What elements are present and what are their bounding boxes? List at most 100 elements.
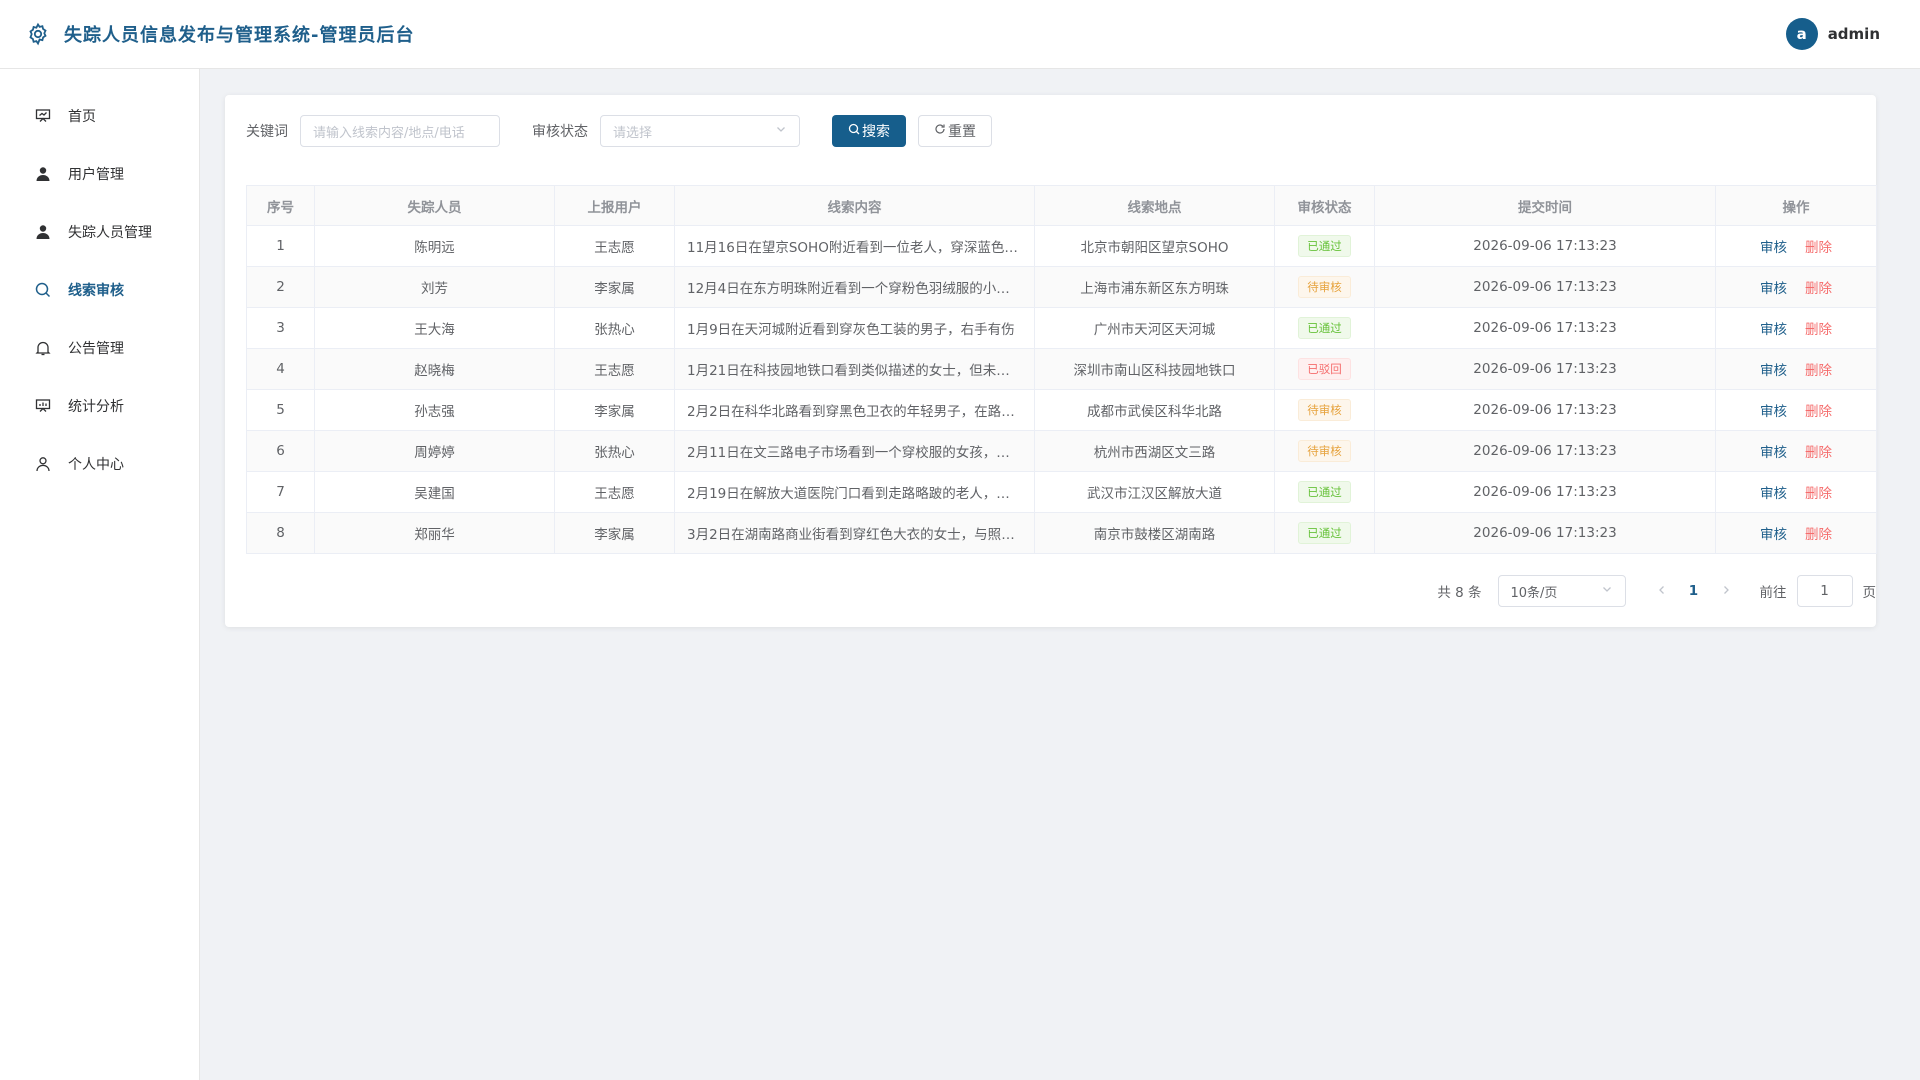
cell-actions: 审核 删除 <box>1715 471 1877 513</box>
cell-time: 2026-09-06 17:13:23 <box>1374 266 1716 308</box>
table-row: 1 陈明远 王志愿 11月16日在望京SOHO附近看到一位老人，穿深蓝色外套 北… <box>246 225 1877 267</box>
audit-link[interactable]: 审核 <box>1760 281 1787 297</box>
cell-content: 11月16日在望京SOHO附近看到一位老人，穿深蓝色外套 <box>674 225 1035 267</box>
audit-link[interactable]: 审核 <box>1760 486 1787 502</box>
cell-status: 已驳回 <box>1274 348 1375 390</box>
cell-status: 已通过 <box>1274 225 1375 267</box>
delete-link[interactable]: 删除 <box>1805 363 1832 379</box>
delete-link[interactable]: 删除 <box>1805 527 1832 543</box>
cell-content: 1月9日在天河城附近看到穿灰色工装的男子，右手有伤 <box>674 307 1035 349</box>
next-page-button[interactable] <box>1710 575 1742 607</box>
delete-link[interactable]: 删除 <box>1805 240 1832 256</box>
delete-link[interactable]: 删除 <box>1805 486 1832 502</box>
sidebar-item-users[interactable]: 用户管理 <box>0 145 199 203</box>
user-filled-icon <box>34 165 52 183</box>
delete-link[interactable]: 删除 <box>1805 322 1832 338</box>
cell-location: 北京市朝阳区望京SOHO <box>1034 225 1275 267</box>
status-badge: 待审核 <box>1298 399 1351 421</box>
cell-location: 上海市浦东新区东方明珠 <box>1034 266 1275 308</box>
table-header-row: 序号 失踪人员 上报用户 线索内容 线索地点 审核状态 提交时间 操作 <box>246 185 1877 226</box>
status-select[interactable]: 请选择 <box>600 115 800 147</box>
cell-reporter: 李家属 <box>554 389 675 431</box>
cell-content: 1月21日在科技园地铁口看到类似描述的女士，但未能确认 <box>674 348 1035 390</box>
sidebar-item-statistics[interactable]: 统计分析 <box>0 377 199 435</box>
cell-time: 2026-09-06 17:13:23 <box>1374 225 1716 267</box>
cell-no: 8 <box>246 512 315 554</box>
keyword-input[interactable]: 请输入线索内容/地点/电话 <box>300 115 500 147</box>
sidebar-item-label: 统计分析 <box>68 399 124 415</box>
cell-location: 南京市鼓楼区湖南路 <box>1034 512 1275 554</box>
page-number[interactable]: 1 <box>1678 575 1710 607</box>
col-header: 失踪人员 <box>314 185 555 226</box>
sidebar-item-home[interactable]: 首页 <box>0 87 199 145</box>
chevron-down-icon <box>775 123 787 139</box>
cell-content: 12月4日在东方明珠附近看到一个穿粉色羽绒服的小女孩 <box>674 266 1035 308</box>
cell-status: 已通过 <box>1274 307 1375 349</box>
col-header: 上报用户 <box>554 185 675 226</box>
sidebar-item-label: 线索审核 <box>68 283 124 299</box>
audit-link[interactable]: 审核 <box>1760 404 1787 420</box>
search-button[interactable]: 搜索 <box>832 115 906 147</box>
goto-page-input[interactable]: 1 <box>1796 575 1853 607</box>
sidebar-item-announcements[interactable]: 公告管理 <box>0 319 199 377</box>
status-badge: 已驳回 <box>1298 358 1351 380</box>
sidebar-item-label: 用户管理 <box>68 167 124 183</box>
status-badge: 已通过 <box>1298 481 1351 503</box>
table-row: 4 赵晓梅 王志愿 1月21日在科技园地铁口看到类似描述的女士，但未能确认 深圳… <box>246 348 1877 390</box>
chart-board-icon <box>34 397 52 415</box>
cell-location: 武汉市江汉区解放大道 <box>1034 471 1275 513</box>
audit-link[interactable]: 审核 <box>1760 527 1787 543</box>
audit-link[interactable]: 审核 <box>1760 363 1787 379</box>
keyword-placeholder: 请输入线索内容/地点/电话 <box>313 125 465 141</box>
cell-person: 王大海 <box>314 307 555 349</box>
sidebar-item-profile[interactable]: 个人中心 <box>0 435 199 493</box>
gear-icon <box>24 20 52 48</box>
cell-no: 6 <box>246 430 315 472</box>
audit-link[interactable]: 审核 <box>1760 240 1787 256</box>
avatar[interactable]: a <box>1785 18 1818 50</box>
delete-link[interactable]: 删除 <box>1805 445 1832 461</box>
cell-location: 广州市天河区天河城 <box>1034 307 1275 349</box>
cell-reporter: 张热心 <box>554 430 675 472</box>
search-icon <box>34 281 52 299</box>
cell-reporter: 王志愿 <box>554 471 675 513</box>
audit-link[interactable]: 审核 <box>1760 445 1787 461</box>
cell-time: 2026-09-06 17:13:23 <box>1374 307 1716 349</box>
sidebar-item-label: 失踪人员管理 <box>68 225 152 241</box>
prev-page-button[interactable] <box>1646 575 1678 607</box>
cell-time: 2026-09-06 17:13:23 <box>1374 389 1716 431</box>
cell-time: 2026-09-06 17:13:23 <box>1374 512 1716 554</box>
table-body: 1 陈明远 王志愿 11月16日在望京SOHO附近看到一位老人，穿深蓝色外套 北… <box>246 225 1877 554</box>
cell-status: 待审核 <box>1274 266 1375 308</box>
delete-link[interactable]: 删除 <box>1805 404 1832 420</box>
cell-no: 3 <box>246 307 315 349</box>
page-size-select[interactable]: 10条/页 <box>1497 575 1626 607</box>
cell-time: 2026-09-06 17:13:23 <box>1374 348 1716 390</box>
page-suffix: 页 <box>1862 585 1877 601</box>
cell-actions: 审核 删除 <box>1715 307 1877 349</box>
reset-button[interactable]: 重置 <box>918 115 992 147</box>
table-row: 7 吴建国 王志愿 2月19日在解放大道医院门口看到走路略跛的老人，神情迷茫 武… <box>246 471 1877 513</box>
cell-location: 杭州市西湖区文三路 <box>1034 430 1275 472</box>
username[interactable]: admin <box>1828 25 1880 43</box>
cell-status: 待审核 <box>1274 430 1375 472</box>
total-count: 共 8 条 <box>1437 585 1482 601</box>
col-header: 操作 <box>1715 185 1877 226</box>
cell-reporter: 王志愿 <box>554 225 675 267</box>
cell-reporter: 李家属 <box>554 512 675 554</box>
cell-person: 吴建国 <box>314 471 555 513</box>
sidebar: 首页 用户管理 失踪人员管理 线索审核 公告管理 统计分析 个人中心 <box>0 69 200 1080</box>
col-header: 线索地点 <box>1034 185 1275 226</box>
sidebar-item-clue-audit[interactable]: 线索审核 <box>0 261 199 319</box>
user-menu[interactable]: a admin <box>1785 18 1880 50</box>
table-row: 6 周婷婷 张热心 2月11日在文三路电子市场看到一个穿校服的女孩，独自一人 杭… <box>246 430 1877 472</box>
cell-reporter: 张热心 <box>554 307 675 349</box>
table-row: 8 郑丽华 李家属 3月2日在湖南路商业街看到穿红色大衣的女士，与照片相似 南京… <box>246 512 1877 554</box>
search-icon <box>848 123 862 139</box>
audit-link[interactable]: 审核 <box>1760 322 1787 338</box>
bell-icon <box>34 339 52 357</box>
reset-button-label: 重置 <box>948 124 976 140</box>
cell-no: 7 <box>246 471 315 513</box>
sidebar-item-missing-persons[interactable]: 失踪人员管理 <box>0 203 199 261</box>
delete-link[interactable]: 删除 <box>1805 281 1832 297</box>
